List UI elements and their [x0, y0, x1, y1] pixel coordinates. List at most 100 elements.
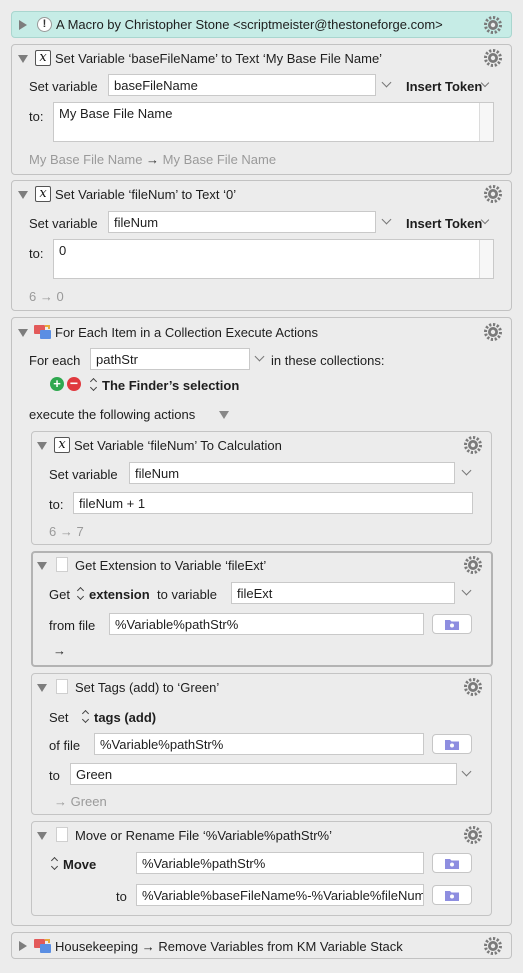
arrow: →	[146, 152, 160, 167]
insert-token-button[interactable]: Insert Token	[406, 216, 482, 231]
remove-collection-icon[interactable]: −	[67, 376, 81, 391]
source-path-field[interactable]: %Variable%pathStr%	[136, 852, 424, 874]
variable-dropdown-chevron[interactable]	[381, 77, 392, 88]
updown-icon	[82, 711, 90, 723]
for-each-label: For each	[29, 353, 81, 368]
preview-text: 6 → 7	[49, 524, 84, 539]
variable-name-field[interactable]: fileNum	[129, 462, 455, 484]
variable-name-field[interactable]: fileNum	[108, 211, 376, 233]
to-label: to:	[29, 109, 44, 124]
preview-text: →	[53, 643, 66, 658]
collapse-triangle[interactable]	[37, 684, 47, 692]
value-text-area[interactable]: 0	[53, 239, 494, 279]
choose-source-button[interactable]	[432, 853, 472, 873]
collapse-triangle[interactable]	[18, 329, 28, 337]
macro-title: A Macro by Christopher Stone <scriptmeis…	[56, 17, 443, 32]
action-title: For Each Item in a Collection Execute Ac…	[55, 325, 319, 340]
insert-token-button[interactable]: Insert Token	[406, 79, 482, 94]
scrollbar[interactable]	[479, 103, 493, 141]
variable-x-icon: x	[35, 186, 51, 202]
variable-name-field[interactable]: baseFileName	[108, 74, 376, 96]
for-each-variable-field[interactable]: pathStr	[90, 348, 250, 370]
destination-path-field[interactable]: %Variable%baseFileName%-%Variable%fileNu…	[136, 884, 424, 906]
action-set-variable-basefilename[interactable]: x Set Variable ‘baseFileName’ to Text ‘M…	[11, 44, 512, 175]
to-label: to:	[29, 246, 44, 261]
file-icon	[56, 827, 68, 842]
from-file-label: from file	[49, 618, 96, 633]
variable-dropdown-chevron[interactable]	[461, 465, 472, 476]
macro-header[interactable]: ! A Macro by Christopher Stone <scriptme…	[11, 11, 512, 38]
execute-label: execute the following actions	[29, 407, 196, 422]
mode-popup[interactable]: Move	[51, 857, 96, 872]
gear-icon[interactable]	[463, 555, 483, 575]
file-icon	[56, 679, 68, 694]
gear-icon[interactable]	[483, 322, 503, 342]
sub-action-set-tags[interactable]: Set Tags (add) to ‘Green’ Set tags (add)…	[31, 673, 492, 815]
updown-icon	[77, 588, 85, 600]
sub-action-move-rename[interactable]: Move or Rename File ‘%Variable%pathStr%’…	[31, 821, 492, 916]
set-variable-label: Set variable	[49, 467, 118, 482]
preview-left: My Base File Name	[29, 152, 143, 167]
scrollbar[interactable]	[479, 240, 493, 278]
action-title: Set Tags (add) to ‘Green’	[75, 680, 220, 695]
set-variable-label: Set variable	[29, 79, 98, 94]
disclosure-triangle[interactable]	[19, 941, 27, 951]
to-label: to:	[49, 497, 64, 512]
action-for-each[interactable]: For Each Item in a Collection Execute Ac…	[11, 317, 512, 926]
sub-action-get-extension[interactable]: Get Extension to Variable ‘fileExt’ Get …	[31, 551, 493, 667]
action-housekeeping[interactable]: Housekeeping → Remove Variables from KM …	[11, 932, 512, 959]
add-collection-icon[interactable]: +	[50, 377, 64, 391]
calculation-field[interactable]: fileNum + 1	[73, 492, 473, 514]
action-title: Move or Rename File ‘%Variable%pathStr%’	[75, 828, 332, 843]
tags-popup[interactable]: tags (add)	[82, 710, 156, 725]
preview-text: My Base File Name → My Base File Name	[29, 152, 276, 167]
folder-icon	[445, 620, 459, 630]
file-path-field[interactable]: %Variable%pathStr%	[109, 613, 424, 635]
variable-dropdown-chevron[interactable]	[381, 214, 392, 225]
collapse-triangle[interactable]	[37, 442, 47, 450]
tag-dropdown-chevron[interactable]	[461, 766, 472, 777]
choose-file-button[interactable]	[432, 614, 472, 634]
variable-name-field[interactable]: fileExt	[231, 582, 455, 604]
variable-x-icon: x	[54, 437, 70, 453]
popup-value: Move	[63, 857, 97, 872]
variable-dropdown-chevron[interactable]	[461, 585, 472, 596]
sub-action-set-variable-calculation[interactable]: x Set Variable ‘fileNum’ To Calculation …	[31, 431, 492, 545]
preview-text: → Green	[54, 794, 107, 809]
gear-icon[interactable]	[483, 48, 503, 68]
file-path-field[interactable]: %Variable%pathStr%	[94, 733, 424, 755]
extension-popup[interactable]: extension	[77, 587, 150, 602]
file-icon	[56, 557, 68, 572]
action-title: Housekeeping → Remove Variables from KM …	[55, 939, 403, 954]
gear-icon[interactable]	[483, 936, 503, 956]
set-variable-label: Set variable	[29, 216, 98, 231]
gear-icon[interactable]	[463, 677, 483, 697]
of-file-label: of file	[49, 738, 81, 753]
disclosure-triangle[interactable]	[19, 20, 27, 30]
choose-destination-button[interactable]	[432, 885, 472, 905]
gear-icon[interactable]	[483, 15, 503, 35]
collapse-triangle[interactable]	[37, 832, 47, 840]
for-each-icon	[34, 325, 51, 339]
variable-dropdown-chevron[interactable]	[254, 351, 265, 362]
collapse-triangle[interactable]	[37, 562, 47, 570]
action-set-variable-filenum[interactable]: x Set Variable ‘fileNum’ to Text ‘0’ Set…	[11, 180, 512, 311]
folder-icon	[445, 859, 459, 869]
to-label: to	[116, 889, 127, 904]
value-text: My Base File Name	[59, 106, 173, 121]
value-text-area[interactable]: My Base File Name	[53, 102, 494, 142]
gear-icon[interactable]	[463, 825, 483, 845]
gear-icon[interactable]	[483, 184, 503, 204]
tag-value-field[interactable]: Green	[70, 763, 457, 785]
choose-file-button[interactable]	[432, 734, 472, 754]
collapse-triangle[interactable]	[18, 191, 28, 199]
to-label: to	[49, 768, 60, 783]
updown-icon	[90, 379, 98, 391]
collection-popup[interactable]: The Finder’s selection	[90, 378, 239, 393]
gear-icon[interactable]	[463, 435, 483, 455]
execute-disclosure-triangle[interactable]	[219, 411, 229, 419]
popup-value: extension	[89, 587, 150, 602]
collapse-triangle[interactable]	[18, 55, 28, 63]
updown-icon	[51, 858, 59, 870]
group-icon	[34, 939, 51, 953]
